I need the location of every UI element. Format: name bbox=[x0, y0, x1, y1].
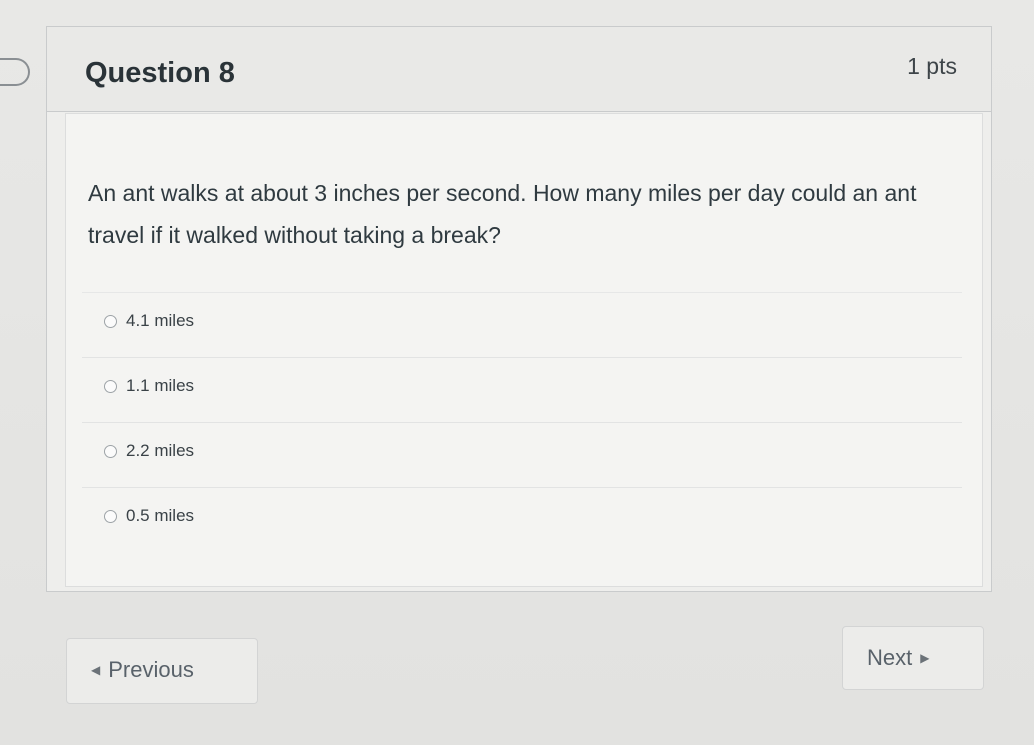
answer-label[interactable]: 1.1 miles bbox=[126, 376, 194, 396]
previous-button-content: ◀ Previous bbox=[91, 657, 194, 683]
quiz-page: Question 8 1 pts An ant walks at about 3… bbox=[0, 0, 1034, 745]
question-header: Question 8 1 pts bbox=[47, 27, 991, 112]
previous-button[interactable]: ◀ Previous bbox=[66, 638, 258, 704]
radio-button[interactable] bbox=[104, 315, 117, 328]
answer-option[interactable]: 2.2 miles bbox=[82, 422, 962, 487]
radio-button[interactable] bbox=[104, 510, 117, 523]
next-label: Next bbox=[867, 645, 913, 670]
right-arrow-icon: ▶ bbox=[920, 651, 930, 665]
answer-label[interactable]: 2.2 miles bbox=[126, 441, 194, 461]
answer-label[interactable]: 4.1 miles bbox=[126, 311, 194, 331]
question-card: Question 8 1 pts An ant walks at about 3… bbox=[46, 26, 992, 592]
next-button[interactable]: Next ▶ bbox=[842, 626, 984, 690]
question-text: An ant walks at about 3 inches per secon… bbox=[88, 180, 917, 248]
left-arrow-icon: ◀ bbox=[91, 663, 101, 677]
answer-option[interactable]: 1.1 miles bbox=[82, 357, 962, 422]
question-points: 1 pts bbox=[907, 53, 957, 79]
radio-button[interactable] bbox=[104, 445, 117, 458]
answer-option[interactable]: 4.1 miles bbox=[82, 292, 962, 357]
answer-list: 4.1 miles 1.1 miles 2.2 miles 0.5 miles bbox=[82, 292, 962, 552]
next-button-content: Next ▶ bbox=[867, 645, 929, 671]
answer-option[interactable]: 0.5 miles bbox=[82, 487, 962, 552]
radio-button[interactable] bbox=[104, 380, 117, 393]
question-flag-icon[interactable] bbox=[0, 58, 30, 86]
previous-label: Previous bbox=[108, 657, 194, 682]
answer-label[interactable]: 0.5 miles bbox=[126, 506, 194, 526]
question-body: An ant walks at about 3 inches per secon… bbox=[65, 113, 983, 587]
question-title: Question 8 bbox=[85, 57, 235, 89]
